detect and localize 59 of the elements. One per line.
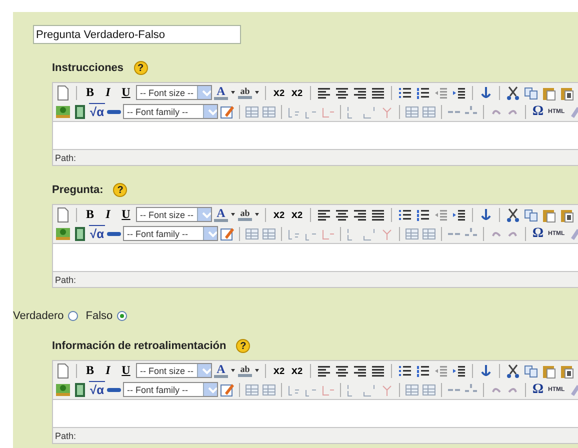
copy-icon[interactable] (523, 84, 539, 100)
font-family-dropdown[interactable]: -- Font family -- (123, 104, 218, 119)
formula-button[interactable]: √α (89, 225, 105, 242)
new-document-icon[interactable] (55, 362, 71, 378)
formula-button[interactable]: √α (89, 381, 105, 398)
font-family-dropdown[interactable]: -- Font family -- (123, 226, 218, 241)
section-label: Pregunta: (52, 184, 104, 196)
radio-button[interactable] (68, 311, 78, 321)
text-color-button[interactable]: A (214, 208, 228, 222)
film-icon[interactable] (72, 226, 88, 242)
image-icon[interactable] (55, 104, 71, 120)
bold-button[interactable]: B (82, 84, 98, 100)
scissors-icon[interactable] (505, 84, 521, 100)
image-icon[interactable] (55, 226, 71, 242)
special-character-button[interactable]: Ω (530, 226, 546, 242)
path-label: Path: (54, 274, 78, 286)
path-label: Path: (54, 430, 78, 442)
bold-button[interactable]: B (82, 206, 98, 222)
edit-icon[interactable] (219, 382, 235, 398)
help-icon[interactable]: ? (236, 339, 250, 353)
section-label: Información de retroalimentación (52, 340, 226, 352)
section-label: Instrucciones (52, 62, 124, 74)
highlight-button[interactable]: ab (238, 208, 252, 221)
new-document-icon[interactable] (55, 206, 71, 222)
new-document-icon[interactable] (55, 84, 71, 100)
film-icon[interactable] (72, 104, 88, 120)
special-character-button[interactable]: Ω (530, 382, 546, 398)
text-color-button[interactable]: A (214, 86, 228, 100)
scissors-icon[interactable] (505, 206, 521, 222)
option-label: Verdadero (13, 310, 64, 322)
highlight-button[interactable]: ab (238, 86, 252, 99)
edit-icon[interactable] (219, 226, 235, 242)
help-icon[interactable]: ? (113, 183, 128, 197)
italic-button[interactable]: I (100, 206, 116, 222)
font-family-dropdown[interactable]: -- Font family -- (123, 382, 218, 397)
path-label: Path: (54, 152, 78, 164)
copy-icon[interactable] (523, 206, 539, 222)
italic-button[interactable]: I (100, 362, 116, 378)
font-size-dropdown[interactable]: -- Font size -- (136, 363, 212, 378)
highlight-button[interactable]: ab (238, 364, 252, 377)
underline-button[interactable]: U (118, 206, 134, 222)
underline-button[interactable]: U (118, 84, 134, 100)
formula-button[interactable]: √α (89, 103, 105, 120)
bold-button[interactable]: B (82, 362, 98, 378)
help-icon[interactable]: ? (134, 61, 148, 75)
scissors-icon[interactable] (505, 362, 521, 378)
text-color-button[interactable]: A (214, 364, 228, 378)
option-label: Falso (86, 310, 113, 322)
underline-button[interactable]: U (118, 362, 134, 378)
title-field[interactable]: Pregunta Verdadero-Falso (33, 25, 241, 44)
copy-icon[interactable] (523, 362, 539, 378)
font-size-dropdown[interactable]: -- Font size -- (136, 85, 212, 100)
italic-button[interactable]: I (100, 84, 116, 100)
edit-icon[interactable] (219, 104, 235, 120)
special-character-button[interactable]: Ω (530, 104, 546, 120)
film-icon[interactable] (72, 382, 88, 398)
font-size-dropdown[interactable]: -- Font size -- (136, 207, 212, 222)
image-icon[interactable] (55, 382, 71, 398)
radio-button[interactable] (116, 311, 127, 321)
